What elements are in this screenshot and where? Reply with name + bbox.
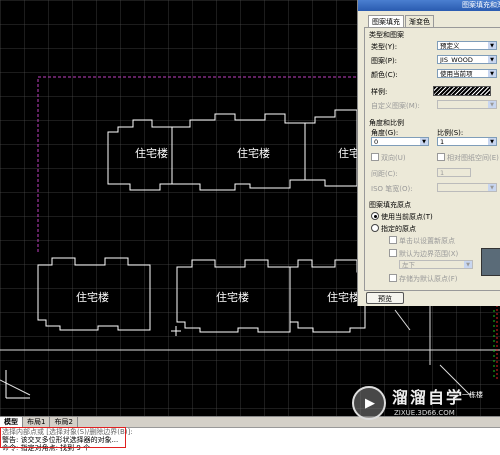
default-boundary-checkbox[interactable]: 默认为边界范围(X) — [389, 249, 458, 259]
chevron-down-icon: ▼ — [488, 184, 496, 191]
spacing-input[interactable]: 1 — [437, 168, 471, 177]
site-line — [394, 309, 411, 331]
chevron-down-icon: ▼ — [488, 56, 496, 63]
scale-select[interactable]: 1 ▼ — [437, 137, 497, 146]
building-label: 住宅楼 — [327, 291, 360, 304]
section-type-pattern: 类型和图案 — [369, 31, 404, 39]
building-label: 住宅楼 — [216, 291, 249, 304]
specified-origin-label: 指定的原点 — [381, 225, 416, 233]
spacing-label: 间距(C): — [371, 170, 398, 178]
pattern-label: 图案(P): — [371, 57, 398, 65]
radio-icon — [371, 224, 379, 232]
custom-pattern-label: 自定义图案(M): — [371, 102, 420, 110]
checkbox-icon — [389, 249, 397, 257]
click-set-origin-button[interactable]: 单击以设置新原点 — [389, 236, 455, 246]
color-label: 颜色(C): — [371, 71, 398, 79]
chevron-down-icon: ▼ — [488, 42, 496, 49]
site-line — [0, 379, 31, 396]
type-select[interactable]: 预定义 ▼ — [437, 41, 497, 50]
checkbox-icon — [389, 274, 397, 282]
origin-preview-image — [481, 248, 500, 276]
scale-value: 1 — [440, 138, 445, 146]
checkbox-icon — [437, 153, 445, 161]
watermark-title: 溜溜自学 — [392, 388, 465, 407]
double-label: 双向(U) — [381, 154, 406, 162]
color-select[interactable]: 使用当前项 ▼ — [437, 69, 497, 78]
watermark-url: ZIXUE.3D66.COM — [394, 409, 455, 417]
building-label: 住宅楼 — [135, 147, 168, 160]
preview-button[interactable]: 预览 — [366, 292, 404, 304]
radio-icon — [371, 212, 379, 220]
store-default-label: 存储为默认原点(F) — [399, 275, 458, 283]
hatch-panel: 类型和图案 类型(Y): 预定义 ▼ 图案(P): JIS_WOOD ▼ 颜色(C)… — [364, 27, 500, 291]
specified-origin-radio[interactable]: 指定的原点 — [371, 224, 416, 234]
type-label: 类型(Y): — [371, 43, 398, 51]
use-current-origin-radio[interactable]: 使用当前原点(T) — [371, 212, 433, 222]
color-value: 使用当前项 — [440, 70, 473, 78]
iso-width-select[interactable]: ▼ — [437, 183, 497, 192]
pattern-value: JIS_WOOD — [440, 56, 473, 64]
building-label: 住宅楼 — [237, 147, 270, 160]
angle-value: 0 — [374, 138, 379, 146]
angle-select[interactable]: 0 ▼ — [371, 137, 429, 146]
boundary-value: 左下 — [402, 261, 415, 269]
section-origin: 图案填充原点 — [369, 201, 411, 209]
use-current-origin-label: 使用当前原点(T) — [381, 213, 433, 221]
command-highlight-box — [0, 427, 126, 448]
hatch-dialog: 图案填充和渐变色 图案填充渐变色 类型和图案 类型(Y): 预定义▼ 图案(P)… — [357, 0, 500, 306]
chevron-down-icon: ▼ — [464, 261, 472, 268]
sample-label: 样例: — [371, 88, 388, 96]
watermark: ▶ 溜溜自学 ZIXUE.3D66.COM — [352, 384, 500, 432]
pattern-select[interactable]: JIS_WOOD ▼ — [437, 55, 497, 64]
selection-boundary — [37, 76, 357, 252]
tab-layout1[interactable]: 布局1 — [23, 417, 51, 427]
chevron-down-icon: ▼ — [488, 101, 496, 108]
double-checkbox[interactable]: 双向(U) — [371, 153, 406, 163]
custom-pattern-select[interactable]: ▼ — [437, 100, 497, 109]
click-set-origin-label: 单击以设置新原点 — [399, 237, 455, 245]
default-boundary-label: 默认为边界范围(X) — [399, 250, 459, 258]
store-default-checkbox[interactable]: 存储为默认原点(F) — [389, 274, 458, 284]
dialog-title: 图案填充和渐变色 — [358, 0, 500, 11]
tab-layout2[interactable]: 布局2 — [50, 417, 78, 427]
boundary-position-select[interactable]: 左下 ▼ — [399, 260, 473, 269]
relative-paper-checkbox[interactable]: 相对图纸空间(E) — [437, 153, 499, 163]
section-angle-scale: 角度和比例 — [369, 119, 404, 127]
hatch-sample-swatch[interactable] — [433, 86, 491, 96]
chevron-down-icon: ▼ — [488, 70, 496, 77]
building-label: 住宅楼 — [76, 291, 109, 304]
checkbox-icon — [371, 153, 379, 161]
play-icon: ▶ — [352, 386, 386, 420]
type-value: 预定义 — [440, 42, 460, 50]
iso-width-label: ISO 笔宽(O): — [371, 185, 413, 193]
chevron-down-icon: ▼ — [488, 138, 496, 145]
crosshair-icon — [389, 236, 397, 244]
relative-label: 相对图纸空间(E) — [447, 154, 499, 162]
tab-model[interactable]: 模型 — [0, 417, 23, 427]
chevron-down-icon: ▼ — [420, 138, 428, 145]
